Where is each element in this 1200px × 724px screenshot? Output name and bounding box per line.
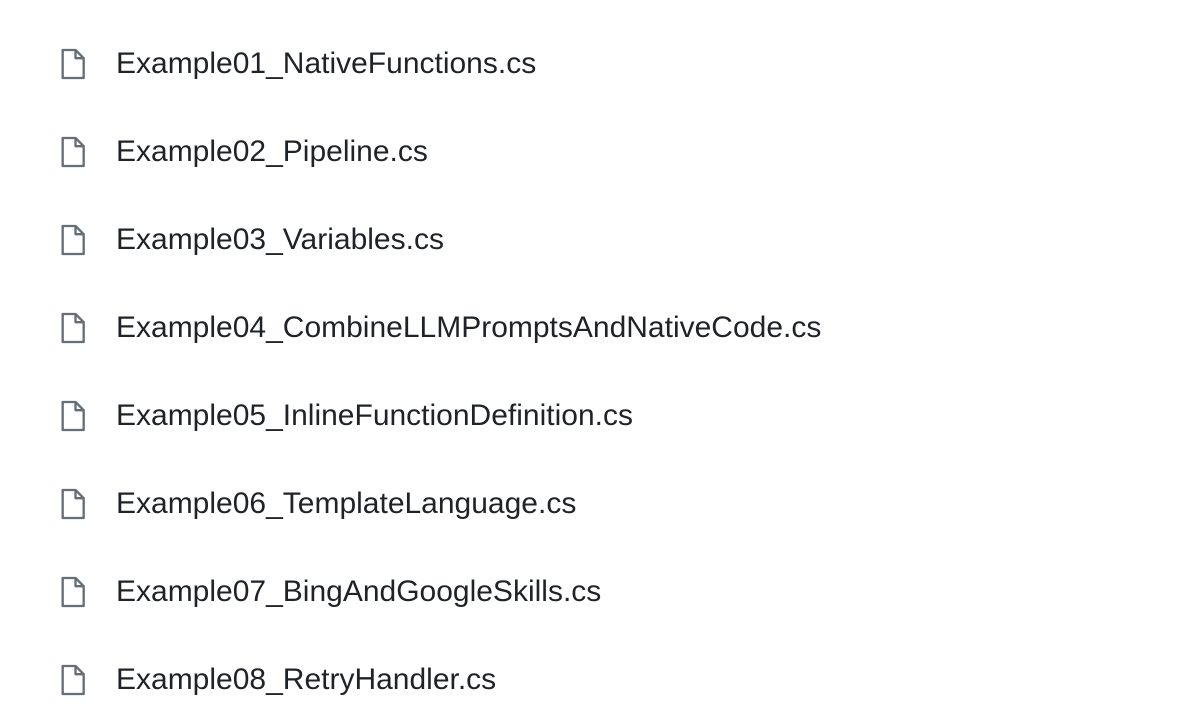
file-icon <box>58 311 86 345</box>
file-row[interactable]: Example04_CombineLLMPromptsAndNativeCode… <box>58 284 1200 372</box>
file-name: Example07_BingAndGoogleSkills.cs <box>116 575 601 609</box>
file-name: Example02_Pipeline.cs <box>116 135 428 169</box>
file-icon <box>58 575 86 609</box>
file-icon <box>58 399 86 433</box>
file-name: Example01_NativeFunctions.cs <box>116 47 536 81</box>
file-row[interactable]: Example07_BingAndGoogleSkills.cs <box>58 548 1200 636</box>
file-icon <box>58 135 86 169</box>
file-list: Example01_NativeFunctions.cs Example02_P… <box>0 0 1200 724</box>
file-icon <box>58 47 86 81</box>
file-row[interactable]: Example03_Variables.cs <box>58 196 1200 284</box>
file-row[interactable]: Example05_InlineFunctionDefinition.cs <box>58 372 1200 460</box>
file-name: Example05_InlineFunctionDefinition.cs <box>116 399 633 433</box>
file-row[interactable]: Example06_TemplateLanguage.cs <box>58 460 1200 548</box>
file-icon <box>58 223 86 257</box>
file-name: Example04_CombineLLMPromptsAndNativeCode… <box>116 311 821 345</box>
file-row[interactable]: Example02_Pipeline.cs <box>58 108 1200 196</box>
file-icon <box>58 487 86 521</box>
file-row[interactable]: Example08_RetryHandler.cs <box>58 636 1200 724</box>
file-name: Example06_TemplateLanguage.cs <box>116 487 576 521</box>
file-icon <box>58 663 86 697</box>
file-name: Example08_RetryHandler.cs <box>116 663 496 697</box>
file-name: Example03_Variables.cs <box>116 223 444 257</box>
file-row[interactable]: Example01_NativeFunctions.cs <box>58 20 1200 108</box>
